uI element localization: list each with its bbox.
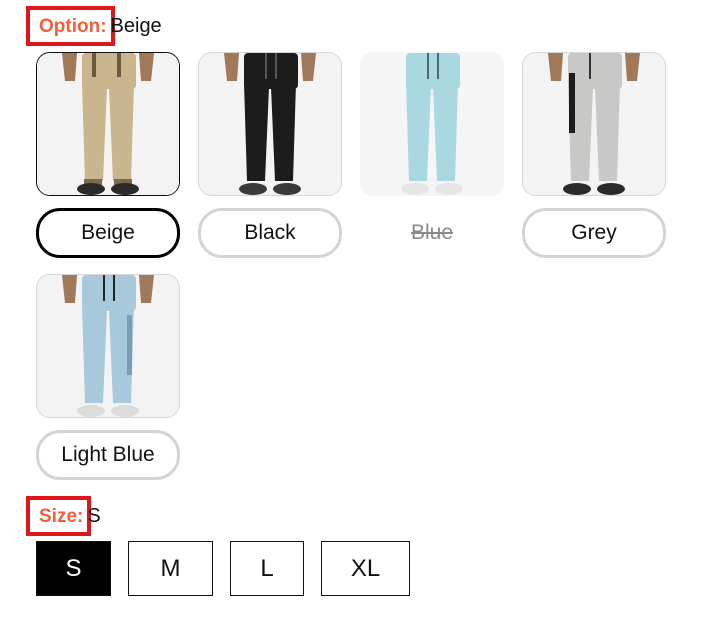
color-option-black[interactable]: Black — [198, 208, 342, 258]
product-image-blue — [360, 52, 504, 196]
product-image-beige — [36, 52, 180, 196]
color-swatch-grey[interactable]: Grey — [522, 52, 666, 258]
product-image-black — [198, 52, 342, 196]
color-swatch-light-blue[interactable]: Light Blue — [36, 274, 180, 480]
color-swatch-black[interactable]: Black — [198, 52, 342, 258]
option-heading: Option: Beige — [26, 6, 162, 46]
color-swatch-blue[interactable]: Blue — [360, 52, 504, 258]
color-option-blue[interactable]: Blue — [360, 208, 504, 258]
size-option-xl[interactable]: XL — [321, 541, 410, 596]
product-image-light-blue — [36, 274, 180, 418]
size-heading: Size: S — [26, 496, 101, 536]
size-label: Size: — [26, 496, 92, 536]
color-option-light-blue[interactable]: Light Blue — [36, 430, 180, 480]
size-selected-value: S — [87, 505, 101, 527]
option-selected-value: Beige — [110, 15, 162, 37]
option-label: Option: — [26, 6, 115, 46]
size-option-m[interactable]: M — [128, 541, 213, 596]
size-option-l[interactable]: L — [230, 541, 304, 596]
product-image-grey — [522, 52, 666, 196]
color-swatch-beige[interactable]: Beige — [36, 52, 180, 258]
color-option-beige[interactable]: Beige — [36, 208, 180, 258]
color-option-grey[interactable]: Grey — [522, 208, 666, 258]
size-option-s[interactable]: S — [36, 541, 111, 596]
